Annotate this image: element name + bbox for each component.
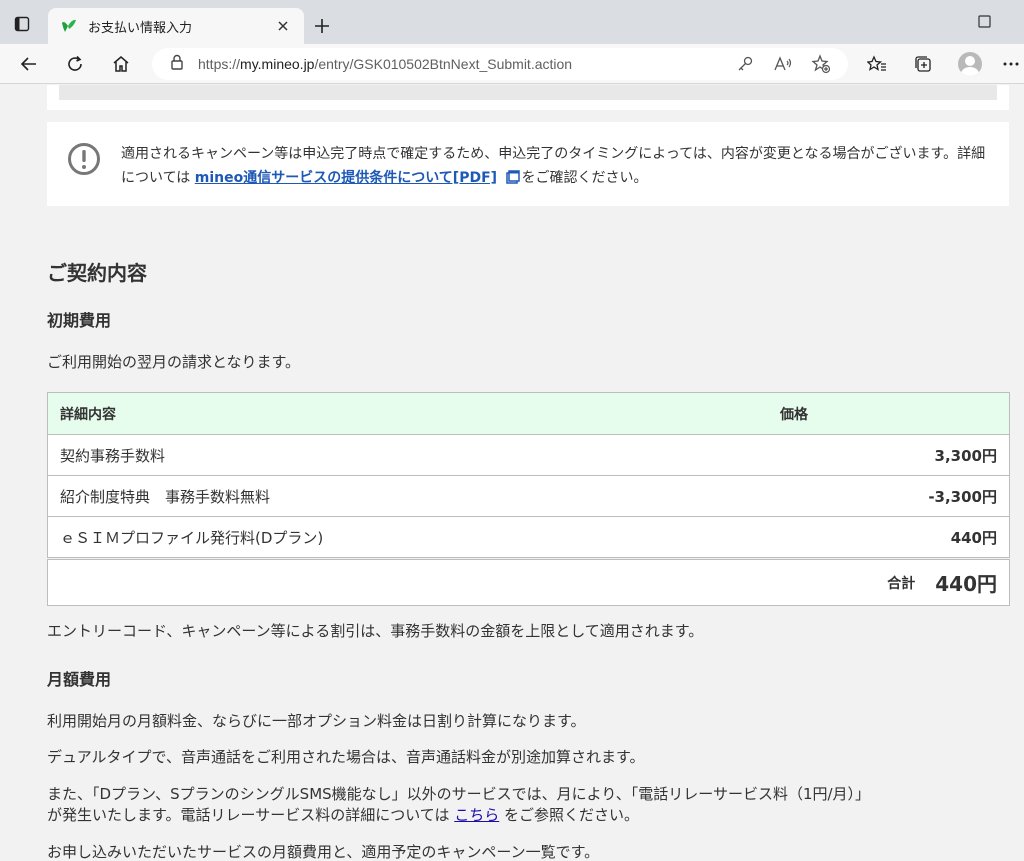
table-row: ｅＳＩＭプロファイル発行料(Dプラン) 440円 (48, 516, 1009, 557)
column-header-price: 価格 (780, 406, 808, 423)
lock-icon[interactable] (170, 54, 184, 74)
refresh-icon[interactable] (62, 51, 88, 77)
initial-fee-table: 詳細内容 価格 契約事務手数料 3,300円 紹介制度特典 事務手数料無料 -3… (47, 392, 1010, 558)
fee-name: 契約事務手数料 (60, 446, 166, 465)
address-bar[interactable]: https://my.mineo.jp/entry/GSK010502BtnNe… (152, 48, 848, 80)
fee-name: 紹介制度特典 事務手数料無料 (60, 487, 271, 506)
profile-avatar[interactable] (958, 52, 982, 76)
back-icon[interactable] (16, 51, 42, 77)
add-favorite-icon[interactable] (810, 53, 832, 75)
service-list-note: お申し込みいただいたサービスの月額費用と、適用予定のキャンペーン一覧です。 (47, 843, 600, 861)
fee-name: ｅＳＩＭプロファイル発行料(Dプラン) (60, 528, 324, 547)
tab-close-icon[interactable] (274, 17, 292, 35)
fee-price: 3,300円 (934, 446, 997, 465)
tab-title: お支払い情報入力 (88, 20, 193, 36)
contract-heading: ご契約内容 (47, 261, 147, 285)
fee-price: -3,300円 (928, 487, 997, 506)
key-icon[interactable] (734, 53, 756, 75)
browser-toolbar: https://my.mineo.jp/entry/GSK010502BtnNe… (0, 44, 1024, 84)
table-row: 紹介制度特典 事務手数料無料 -3,300円 (48, 475, 1009, 516)
initial-fee-heading: 初期費用 (47, 311, 112, 330)
service-terms-pdf-link[interactable]: mineo通信サービスの提供条件について[PDF] (195, 170, 497, 186)
url-text: https://my.mineo.jp/entry/GSK010502BtnNe… (198, 56, 573, 72)
tab-actions-icon[interactable] (8, 10, 36, 38)
total-row: 合計 440円 (47, 559, 1010, 606)
relay-note-line2: が発生いたします。電話リレーサービス料の詳細については こちら をご参照ください… (47, 806, 640, 824)
notice-text: 適用されるキャンペーン等は申込完了時点で確定するため、申込完了のタイミングによっ… (121, 146, 986, 186)
total-value: 440円 (935, 572, 997, 596)
previous-section-box (47, 85, 1009, 110)
collections-icon[interactable] (910, 51, 936, 77)
read-aloud-icon[interactable] (772, 53, 794, 75)
discount-note: エントリーコード、キャンペーン等による割引は、事務手数料の金額を上限として適用さ… (47, 622, 704, 640)
initial-fee-note: ご利用開始の翌月の請求となります。 (47, 353, 301, 371)
monthly-note: 利用開始月の月額料金、ならびに一部オプション料金は日割り計算になります。 (47, 712, 586, 730)
minimize-icon[interactable] (975, 12, 995, 32)
new-tab-icon[interactable] (310, 14, 334, 38)
campaign-notice: 適用されるキャンペーン等は申込完了時点で確定するため、申込完了のタイミングによっ… (47, 122, 1009, 206)
home-icon[interactable] (108, 51, 134, 77)
fee-price: 440円 (950, 528, 997, 547)
exclamation-circle-icon (67, 142, 101, 176)
column-header-detail: 詳細内容 (60, 406, 116, 423)
relay-service-link[interactable]: こちら (454, 806, 499, 824)
monthly-note: デュアルタイプで、音声通話をご利用された場合は、音声通話料金が別途加算されます。 (47, 748, 645, 766)
table-row: 契約事務手数料 3,300円 (48, 434, 1009, 475)
page-content: 適用されるキャンペーン等は申込完了時点で確定するため、申込完了のタイミングによっ… (0, 85, 1024, 861)
external-window-icon[interactable] (505, 168, 520, 184)
active-tab[interactable]: お支払い情報入力 (48, 8, 304, 44)
mineo-favicon-icon (60, 17, 78, 35)
tab-strip: お支払い情報入力 (0, 0, 1024, 44)
favorites-icon[interactable] (864, 51, 890, 77)
monthly-fee-heading: 月額費用 (47, 670, 112, 689)
more-menu-icon[interactable] (1000, 51, 1022, 77)
total-label: 合計 (887, 575, 916, 592)
table-header-row: 詳細内容 価格 (48, 393, 1009, 434)
